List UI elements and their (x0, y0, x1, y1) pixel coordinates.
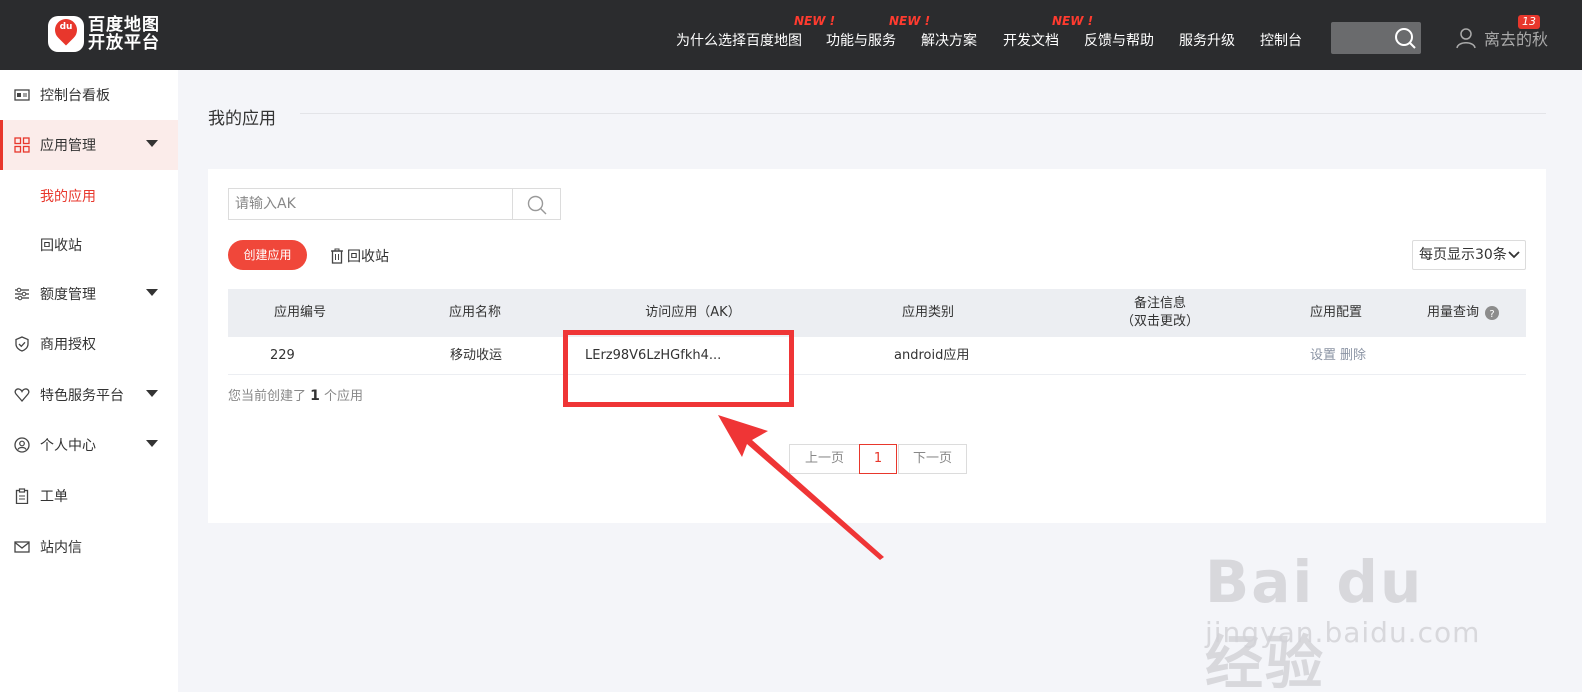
prev-page-button[interactable]: 上一页 (789, 444, 860, 474)
col-app-name: 应用名称 (448, 305, 501, 320)
col-app-type: 应用类别 (901, 305, 954, 320)
sidebar-item-commercial-license[interactable]: 商用授权 (0, 319, 178, 369)
nav-feedback[interactable]: 反馈与帮助 (1084, 30, 1154, 50)
next-page-button[interactable]: 下一页 (898, 444, 967, 474)
recycle-bin-link[interactable]: 回收站 (330, 246, 389, 266)
nav-features[interactable]: 功能与服务 (826, 30, 896, 50)
table-header: 应用编号 应用名称 访问应用（AK） 应用类别 备注信息 （双击更改） 应用配置… (228, 289, 1526, 337)
caret-down-icon (146, 140, 158, 147)
caret-down-icon (146, 289, 158, 296)
sidebar: 控制台看板 应用管理 我的应用 回收站 额度管理 商用授权 特色服务平台 个人中… (0, 70, 178, 692)
title-divider (300, 113, 1546, 114)
app-type: android应用 (894, 348, 970, 363)
col-app-config: 应用配置 (1309, 305, 1362, 320)
caret-down-icon (146, 440, 158, 447)
top-navbar: du 百度地图 开放平台 为什么选择百度地图 功能与服务 NEW ! 解决方案 … (0, 0, 1582, 70)
sliders-icon (14, 286, 30, 302)
logo-text: 百度地图 开放平台 (88, 15, 160, 53)
new-badge: NEW ! (889, 14, 931, 28)
per-page-select[interactable]: 每页显示30条 (1412, 240, 1526, 270)
trash-icon (331, 248, 343, 264)
page-title: 我的应用 (208, 109, 276, 129)
table-row: 229 移动收运 LErz98V6LzHGfkh4... android应用 设… (228, 337, 1526, 375)
user-icon (1456, 28, 1476, 49)
app-delete-link[interactable]: 删除 (1340, 337, 1366, 375)
clipboard-icon (14, 488, 30, 504)
app-settings-link[interactable]: 设置 (1310, 337, 1336, 375)
create-app-button[interactable]: 创建应用 (228, 240, 307, 270)
sidebar-item-app-management[interactable]: 应用管理 (0, 120, 178, 170)
col-usage: 用量查询 ? (1418, 289, 1508, 337)
sidebar-sub-my-apps[interactable]: 我的应用 (40, 186, 96, 206)
help-icon[interactable]: ? (1485, 306, 1499, 320)
chevron-down-icon (1508, 251, 1520, 259)
sidebar-item-quota[interactable]: 额度管理 (0, 269, 178, 319)
new-badge: NEW ! (1052, 14, 1094, 28)
watermark-site: jingyan.baidu.com (1205, 616, 1481, 649)
ak-search-input[interactable] (228, 188, 512, 220)
nav-upgrade[interactable]: 服务升级 (1179, 30, 1235, 50)
user-menu[interactable]: 离去的秋 (1455, 26, 1548, 50)
nav-solutions[interactable]: 解决方案 (921, 30, 977, 50)
grid-icon (14, 137, 30, 153)
nav-docs[interactable]: 开发文档 (1003, 30, 1059, 50)
sidebar-sub-recycle-bin[interactable]: 回收站 (40, 235, 82, 255)
heart-shield-icon (14, 387, 30, 403)
sidebar-item-featured-services[interactable]: 特色服务平台 (0, 370, 178, 420)
user-circle-icon (14, 437, 30, 453)
ak-search-button[interactable] (512, 188, 561, 220)
sidebar-item-personal-center[interactable]: 个人中心 (0, 420, 178, 470)
sidebar-item-dashboard[interactable]: 控制台看板 (0, 70, 178, 120)
nav-console[interactable]: 控制台 (1260, 30, 1302, 50)
search-icon[interactable] (1393, 26, 1417, 50)
col-app-id: 应用编号 (273, 305, 326, 320)
sidebar-item-ticket[interactable]: 工单 (0, 471, 178, 521)
dashboard-icon (14, 87, 30, 103)
app-id: 229 (270, 348, 295, 363)
sidebar-item-messages[interactable]: 站内信 (0, 522, 178, 572)
baidu-map-logo[interactable]: du 百度地图 开放平台 (48, 14, 160, 53)
app-count-summary: 您当前创建了 1 个应用 (228, 388, 364, 404)
mail-icon (14, 539, 30, 555)
nav-why-baidu-map[interactable]: 为什么选择百度地图 (676, 30, 802, 50)
new-badge: NEW ! (794, 14, 836, 28)
annotation-highlight-box (563, 330, 794, 407)
map-pin-icon: du (48, 14, 84, 52)
baidu-jingyan-watermark: Bai du 经验 jingyan.baidu.com (1200, 518, 1490, 692)
notification-badge: 13 (1518, 15, 1540, 29)
shield-check-icon (14, 336, 30, 352)
col-notes: 备注信息 （双击更改） (1120, 296, 1199, 329)
search-icon (527, 195, 547, 215)
caret-down-icon (146, 390, 158, 397)
apps-panel: 创建应用 回收站 每页显示30条 应用编号 应用名称 访问应用（AK） 应用类别… (208, 169, 1546, 523)
header-search-input[interactable] (1331, 22, 1421, 54)
page-1-button[interactable]: 1 (859, 444, 897, 474)
svg-text:?: ? (1489, 309, 1494, 320)
app-name: 移动收运 (450, 348, 503, 363)
username[interactable]: 离去的秋 (1484, 26, 1548, 50)
